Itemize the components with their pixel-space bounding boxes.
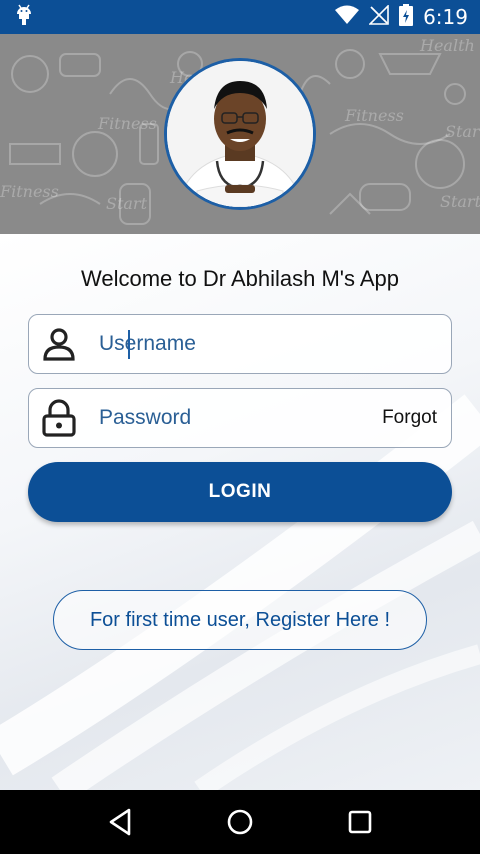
battery-icon	[399, 3, 414, 31]
doodle-word: Start	[106, 194, 148, 213]
doodle-word: Fitness	[345, 106, 404, 125]
username-field[interactable]	[28, 314, 452, 374]
avatar	[164, 58, 316, 210]
doodle-word: Start	[445, 122, 480, 141]
lock-icon	[37, 396, 81, 440]
recents-icon[interactable]	[336, 798, 384, 846]
doctor-portrait-icon	[167, 61, 313, 207]
status-bar: 6:19	[0, 0, 480, 34]
doodle-word: Health	[420, 36, 475, 55]
password-input[interactable]	[99, 406, 359, 430]
no-signal-icon	[368, 3, 389, 30]
password-field[interactable]: Forgot	[28, 388, 452, 448]
navigation-bar	[0, 790, 480, 854]
forgot-password-link[interactable]: Forgot	[382, 407, 437, 429]
login-panel: Welcome to Dr Abhilash M's App Forgot LO…	[0, 234, 480, 790]
home-icon[interactable]	[216, 798, 264, 846]
user-icon	[37, 322, 81, 366]
wifi-icon	[335, 5, 360, 30]
back-icon[interactable]	[96, 798, 144, 846]
username-input[interactable]	[99, 332, 359, 356]
doodle-word: Start	[440, 192, 480, 211]
welcome-title: Welcome to Dr Abhilash M's App	[80, 266, 400, 291]
status-time: 6:19	[423, 5, 468, 29]
login-button[interactable]: LOGIN	[28, 462, 452, 522]
doodle-word: Fitness	[98, 114, 157, 133]
android-debug-icon	[14, 4, 34, 31]
text-cursor	[128, 330, 130, 359]
doodle-word: Fitness	[0, 182, 59, 201]
register-button[interactable]: For first time user, Register Here !	[53, 590, 427, 650]
